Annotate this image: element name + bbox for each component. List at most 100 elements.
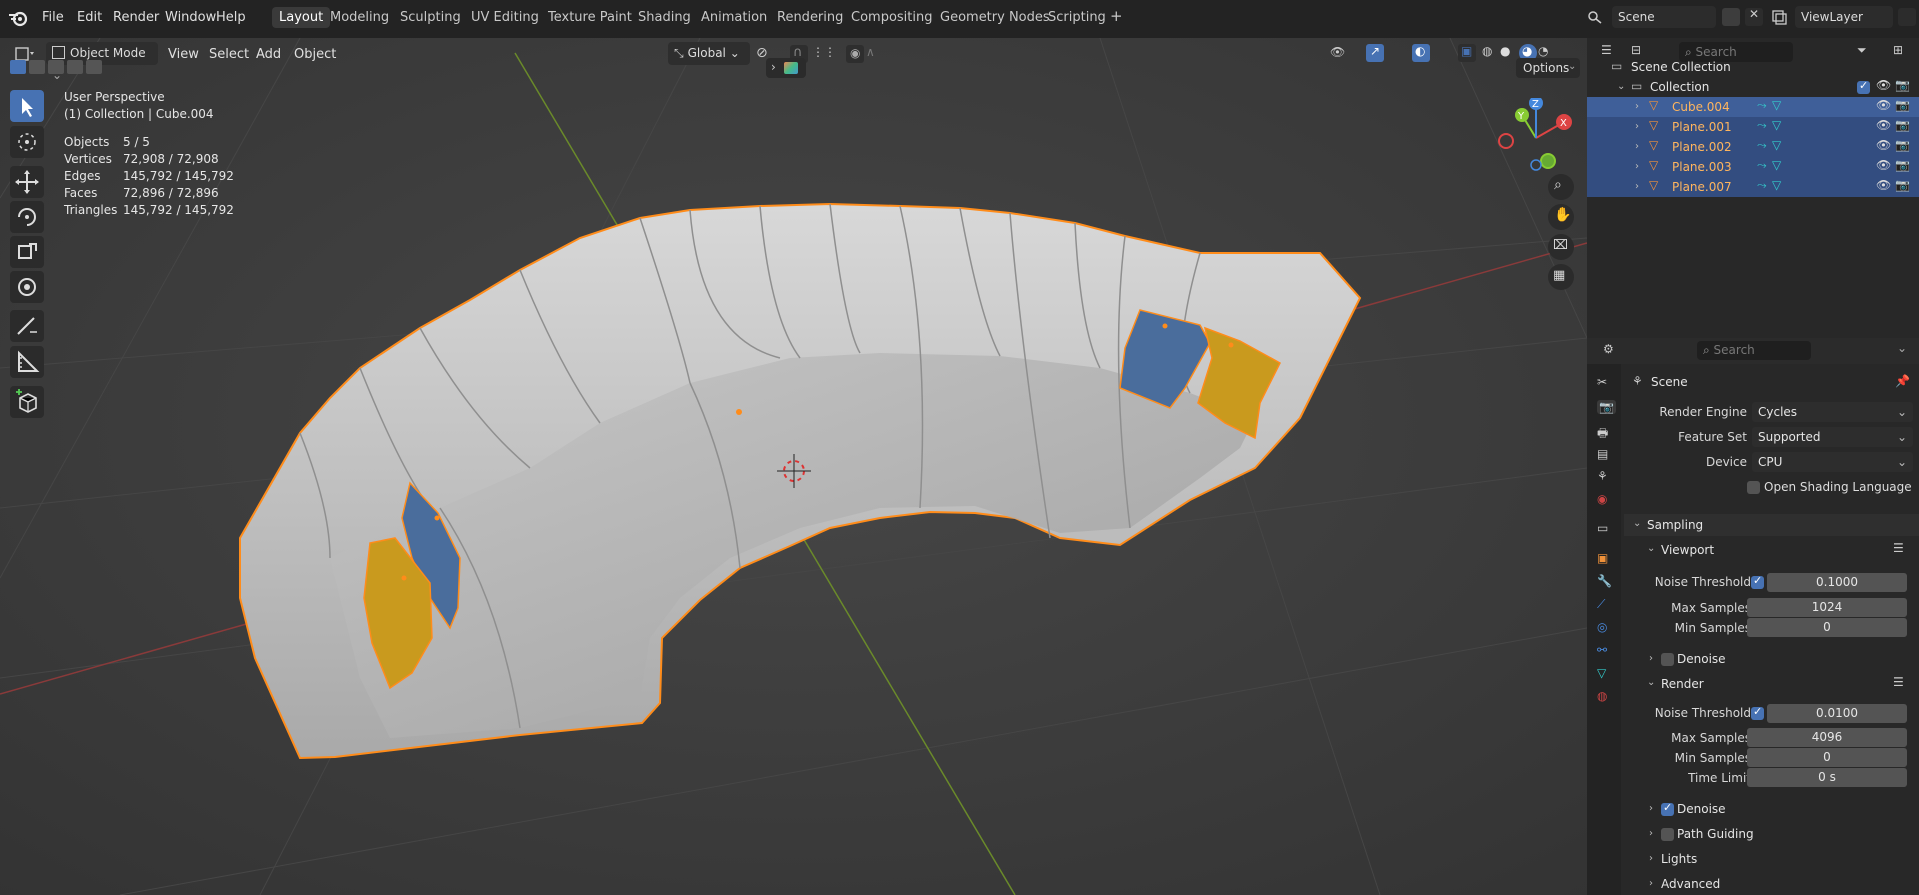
3d-viewport[interactable]: Object Mode ⌄ View Select Add Object ⤡ Gl…	[0, 38, 1587, 895]
pin-icon[interactable]: 📌	[1895, 374, 1910, 388]
tab-sculpting[interactable]: Sculpting	[400, 10, 461, 25]
output-tab-icon[interactable]: 🖶	[1597, 424, 1608, 445]
lights-subsection-title[interactable]: Lights	[1661, 852, 1697, 866]
pan-hand-icon[interactable]: ✋	[1548, 204, 1574, 230]
outliner-row-scene-collection[interactable]: ▭ Scene Collection	[1587, 57, 1919, 77]
presets-list-icon[interactable]: ☰	[1893, 541, 1904, 555]
add-workspace-icon[interactable]: +	[1110, 7, 1123, 25]
annotate-tool[interactable]	[10, 310, 44, 342]
eye-icon[interactable]: 👁	[1876, 118, 1891, 132]
chevron-right-icon[interactable]: ›	[1635, 161, 1639, 172]
camera-view-icon[interactable]: ⌧	[1548, 234, 1574, 260]
gizmo-toggle-icon[interactable]: ↗	[1366, 44, 1384, 62]
camera-icon[interactable]: 📷	[1895, 118, 1910, 132]
wireframe-shading-icon[interactable]: ◍	[1482, 44, 1500, 62]
menu-window[interactable]: Window	[165, 10, 216, 25]
visibility-icon[interactable]: 👁	[1330, 45, 1348, 63]
viewport-noise-threshold-field[interactable]: 0.1000	[1767, 573, 1907, 592]
collection-tab-icon[interactable]: ▭	[1597, 521, 1608, 535]
delete-scene-icon[interactable]: ✕	[1745, 7, 1763, 26]
tab-scripting[interactable]: Scripting	[1048, 10, 1106, 25]
view-layer-field[interactable]: ViewLayer	[1795, 6, 1893, 28]
proportional-editing-icon[interactable]: ◉	[846, 45, 864, 63]
outliner-row-collection[interactable]: ⌄ ▭ Collection 👁 📷	[1587, 77, 1919, 97]
osl-checkbox[interactable]	[1747, 481, 1760, 494]
measure-tool[interactable]	[10, 346, 44, 378]
viewport-max-samples-field[interactable]: 1024	[1747, 598, 1907, 617]
rotate-tool[interactable]	[10, 201, 44, 233]
camera-icon[interactable]: 📷	[1895, 178, 1910, 192]
render-max-samples-field[interactable]: 4096	[1747, 728, 1907, 747]
scene-name-field[interactable]: Scene	[1612, 6, 1716, 28]
outliner-row-object[interactable]: › ▽ Plane.002 ⤳ ▽ 👁 📷	[1587, 137, 1919, 157]
chevron-right-icon[interactable]: ›	[1649, 803, 1653, 814]
chevron-down-icon[interactable]: ⌄	[1897, 341, 1907, 355]
feature-set-dropdown[interactable]: Supported ⌄	[1752, 427, 1913, 447]
viewport-noise-threshold-checkbox[interactable]	[1751, 574, 1764, 589]
world-tab-icon[interactable]: ◉	[1597, 492, 1607, 506]
expand-chevron-icon[interactable]: ⌄	[1617, 81, 1625, 92]
snap-target-icon[interactable]: ⋮⋮	[812, 45, 836, 63]
cursor-tool[interactable]	[10, 126, 44, 158]
particles-tab-icon[interactable]: ⟋	[1597, 597, 1605, 612]
camera-icon[interactable]: 📷	[1895, 78, 1910, 92]
render-denoise-checkbox[interactable]	[1661, 801, 1674, 816]
menu-edit[interactable]: Edit	[77, 10, 102, 25]
tab-shading[interactable]: Shading	[638, 10, 691, 25]
camera-icon[interactable]: 📷	[1895, 138, 1910, 152]
select-extend-icon[interactable]	[29, 60, 45, 74]
menu-file[interactable]: File	[42, 10, 64, 25]
select-invert-icon[interactable]	[67, 60, 83, 74]
object-tab-icon[interactable]: ▣	[1597, 551, 1608, 565]
render-tab-icon[interactable]: 📷	[1597, 400, 1616, 414]
constraints-tab-icon[interactable]: ⚯	[1597, 643, 1607, 657]
chevron-right-icon[interactable]: ›	[1649, 878, 1653, 889]
view-menu[interactable]: View	[168, 44, 199, 66]
chevron-right-icon[interactable]: ›	[1635, 101, 1639, 112]
zoom-icon[interactable]: ⌕	[1548, 174, 1574, 200]
eye-icon[interactable]: 👁	[1876, 178, 1891, 192]
select-subtract-icon[interactable]	[48, 60, 64, 74]
tab-uv-editing[interactable]: UV Editing	[471, 10, 539, 25]
xray-toggle-icon[interactable]: ▣	[1458, 44, 1476, 62]
chevron-right-icon[interactable]: ›	[1635, 121, 1639, 132]
blender-logo-icon[interactable]	[8, 9, 28, 27]
new-scene-icon[interactable]	[1722, 8, 1740, 26]
material-tab-icon[interactable]: ◍	[1597, 689, 1607, 703]
perspective-toggle-icon[interactable]: ▦	[1548, 264, 1574, 290]
tab-animation[interactable]: Animation	[701, 10, 767, 25]
move-tool[interactable]	[10, 166, 44, 198]
overlays-toggle-icon[interactable]: ◐	[1412, 44, 1430, 62]
exclude-checkbox[interactable]	[1857, 79, 1870, 94]
render-noise-threshold-field[interactable]: 0.0100	[1767, 704, 1907, 723]
gizmo-neg-z-icon[interactable]	[1530, 159, 1542, 171]
chevron-right-icon[interactable]: ›	[1649, 828, 1653, 839]
outliner-row-object[interactable]: › ▽ Cube.004 ⤳ ▽ 👁 📷	[1587, 97, 1919, 117]
add-menu[interactable]: Add	[256, 44, 281, 66]
gizmo-neg-y-icon[interactable]	[1540, 153, 1556, 169]
solid-shading-icon[interactable]: ●	[1500, 44, 1518, 62]
tab-geometry-nodes[interactable]: Geometry Nodes	[940, 10, 1050, 25]
eye-icon[interactable]: 👁	[1876, 98, 1891, 112]
presets-list-icon[interactable]: ☰	[1893, 675, 1904, 689]
tab-texture-paint[interactable]: Texture Paint	[548, 10, 632, 25]
chevron-right-icon[interactable]: ›	[1635, 181, 1639, 192]
path-guiding-checkbox[interactable]	[1661, 828, 1674, 841]
add-cube-tool[interactable]	[10, 386, 44, 418]
render-noise-threshold-checkbox[interactable]	[1751, 705, 1764, 720]
viewport-denoise-checkbox[interactable]	[1661, 653, 1674, 666]
chevron-down-icon[interactable]: ⌄	[1647, 677, 1655, 688]
outliner-row-object[interactable]: › ▽ Plane.001 ⤳ ▽ 👁 📷	[1587, 117, 1919, 137]
tab-layout[interactable]: Layout	[272, 7, 331, 28]
view-layer-icon[interactable]	[1770, 8, 1788, 26]
chevron-right-icon[interactable]: ›	[1649, 853, 1653, 864]
filter-icon[interactable]: ⏷	[1857, 43, 1867, 58]
menu-help[interactable]: Help	[216, 10, 246, 25]
tab-rendering[interactable]: Rendering	[777, 10, 843, 25]
select-intersect-icon[interactable]	[86, 60, 102, 74]
view-layer-tab-icon[interactable]: ▤	[1597, 447, 1608, 461]
transform-orientation-selector[interactable]: ⤡ Global ⌄	[668, 42, 750, 65]
menu-render[interactable]: Render	[113, 10, 159, 25]
tab-compositing[interactable]: Compositing	[851, 10, 933, 25]
eye-icon[interactable]: 👁	[1876, 158, 1891, 172]
